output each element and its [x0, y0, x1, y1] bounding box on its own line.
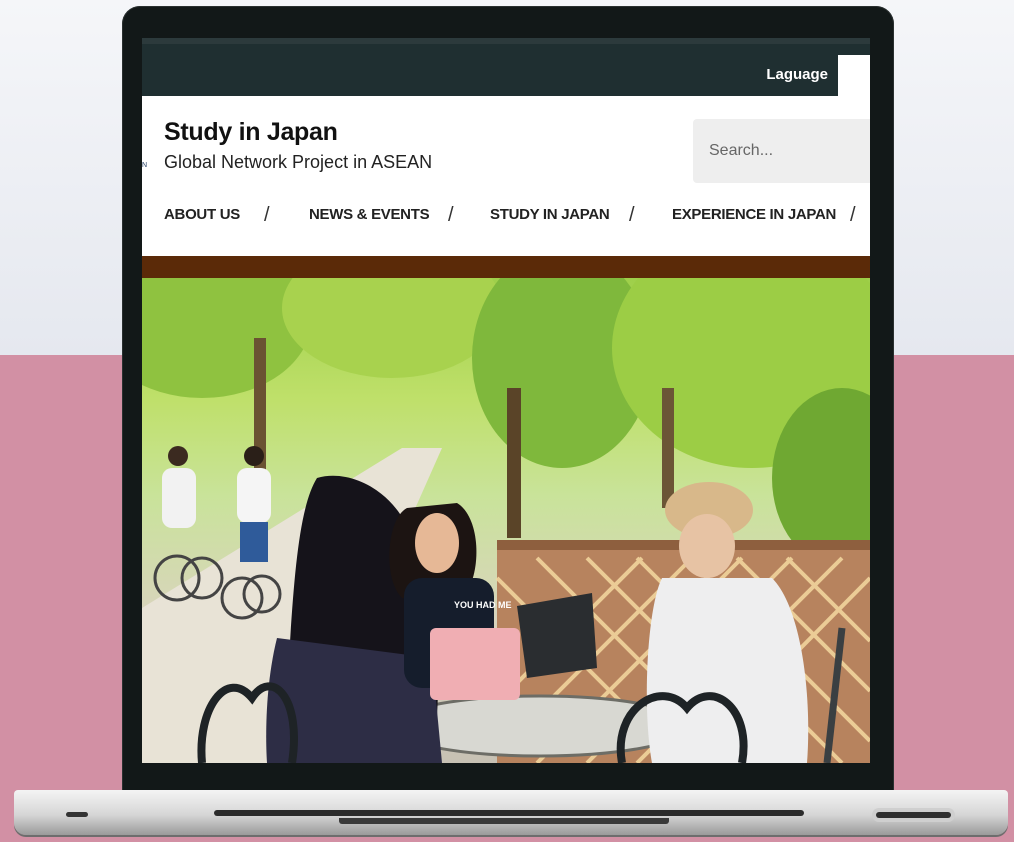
cyclist — [237, 468, 271, 523]
cyclist-head — [244, 446, 264, 466]
cyclist — [162, 468, 196, 528]
student-shirt — [646, 578, 809, 763]
site-title[interactable]: Study in Japan — [164, 118, 338, 147]
tshirt-text: YOU HAD ME — [454, 600, 512, 610]
cyclist-legs — [240, 522, 268, 562]
site-subtitle: Global Network Project in ASEAN — [164, 152, 433, 172]
cyclist-head — [168, 446, 188, 466]
nav-separator: / — [629, 204, 635, 226]
nav-item-experience-in-japan[interactable]: EXPERIENCE IN JAPAN — [672, 206, 836, 223]
site-logo[interactable]: N — [142, 162, 147, 169]
language-menu[interactable]: Laguage — [766, 66, 828, 83]
tree-trunk — [662, 388, 674, 508]
logo-fragment-text: N — [142, 162, 148, 169]
nav-item-about-us[interactable]: ABOUT US — [164, 206, 240, 223]
laptop-port — [876, 812, 951, 818]
nav-separator: / — [448, 204, 454, 226]
nav-separator: / — [264, 204, 270, 226]
top-utility-bar: Laguage — [142, 38, 870, 102]
language-tab[interactable] — [838, 55, 870, 102]
student-face — [415, 513, 459, 573]
search-input[interactable] — [693, 119, 870, 183]
student-face — [679, 514, 735, 578]
pink-tablet — [430, 628, 520, 700]
accent-bar — [142, 256, 870, 278]
tree-canopy — [282, 278, 502, 378]
laptop-screen: Laguage N Study in Japan Global Network … — [142, 38, 870, 763]
hero-photo-illustration: YOU HAD ME — [142, 278, 870, 763]
laptop-port — [66, 812, 88, 817]
laptop-hinge-groove — [214, 810, 804, 816]
laptop-on-table — [517, 593, 597, 678]
nav-item-news-events[interactable]: NEWS & EVENTS — [309, 206, 430, 223]
nav-item-study-in-japan[interactable]: STUDY IN JAPAN — [490, 206, 610, 223]
laptop-opening-notch — [339, 818, 669, 824]
tree-trunk — [507, 388, 521, 538]
laptop-base — [14, 790, 1008, 835]
hero-image: YOU HAD ME — [142, 278, 870, 763]
nav-separator: / — [850, 204, 856, 226]
